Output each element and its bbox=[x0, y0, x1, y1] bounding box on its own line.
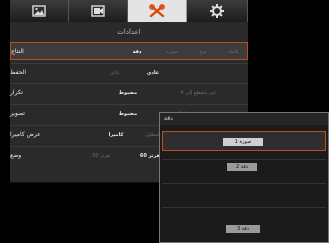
resolution-label: دقة 3 bbox=[226, 225, 260, 233]
option[interactable]: نوع bbox=[189, 43, 217, 61]
tab-gear[interactable] bbox=[187, 0, 248, 22]
resolution-option-selected[interactable]: صورة 1 bbox=[162, 131, 326, 151]
option-selected[interactable]: دقة bbox=[121, 43, 153, 61]
tab-video[interactable] bbox=[69, 0, 128, 22]
setting-row-repeat[interactable]: تكرار غير متقطع إلى 4 مضبوط bbox=[10, 83, 248, 102]
tools-icon bbox=[149, 4, 165, 18]
row-label: عرض كاميرا bbox=[10, 131, 41, 138]
image-icon bbox=[31, 4, 47, 18]
resolution-label: دقة 2 bbox=[227, 163, 257, 171]
resolution-option[interactable]: دقة 3 bbox=[162, 219, 326, 239]
option-selected[interactable]: عادي bbox=[138, 64, 168, 82]
row-label: تكرار bbox=[10, 89, 23, 96]
divider bbox=[162, 207, 326, 208]
camera-menu-screen: اعدادات النتاج كاملة نوع صورة دقة الحفظ … bbox=[0, 0, 329, 243]
option[interactable]: كاملة bbox=[219, 43, 247, 61]
row-label: الحفظ bbox=[10, 69, 27, 76]
option-selected[interactable]: كاميرا bbox=[96, 126, 136, 144]
row-label: تصوير bbox=[10, 110, 25, 117]
resolution-popup: دقة صورة 1 دقة 2 دقة 3 bbox=[159, 112, 329, 243]
resolution-option[interactable]: دقة 2 bbox=[162, 157, 326, 177]
tab-settings[interactable] bbox=[128, 0, 187, 22]
background-area bbox=[248, 0, 329, 112]
setting-row-save[interactable]: الحفظ عادي عالي bbox=[10, 63, 248, 82]
gear-icon bbox=[209, 4, 225, 18]
tab-image[interactable] bbox=[10, 0, 69, 22]
tab-bar bbox=[10, 0, 248, 22]
divider bbox=[162, 183, 326, 184]
setting-row-output[interactable]: النتاج كاملة نوع صورة دقة bbox=[10, 42, 248, 60]
popup-title: دقة bbox=[160, 113, 328, 125]
row-label: النتاج bbox=[11, 48, 24, 55]
option[interactable]: غير متقطع إلى 4 bbox=[152, 84, 244, 102]
resolution-label: صورة 1 bbox=[223, 138, 263, 146]
row-label: وضع bbox=[10, 152, 22, 159]
option-selected[interactable]: مضبوط bbox=[108, 84, 148, 102]
panel-title: اعدادات bbox=[117, 28, 141, 36]
resolution-list: صورة 1 دقة 2 دقة 3 bbox=[162, 127, 326, 241]
option[interactable]: صورة bbox=[157, 43, 187, 61]
option-selected[interactable]: مضبوط bbox=[108, 105, 148, 123]
option[interactable]: عالي bbox=[100, 64, 130, 82]
video-icon bbox=[90, 4, 106, 18]
option[interactable]: هرتز 50 bbox=[86, 147, 116, 165]
